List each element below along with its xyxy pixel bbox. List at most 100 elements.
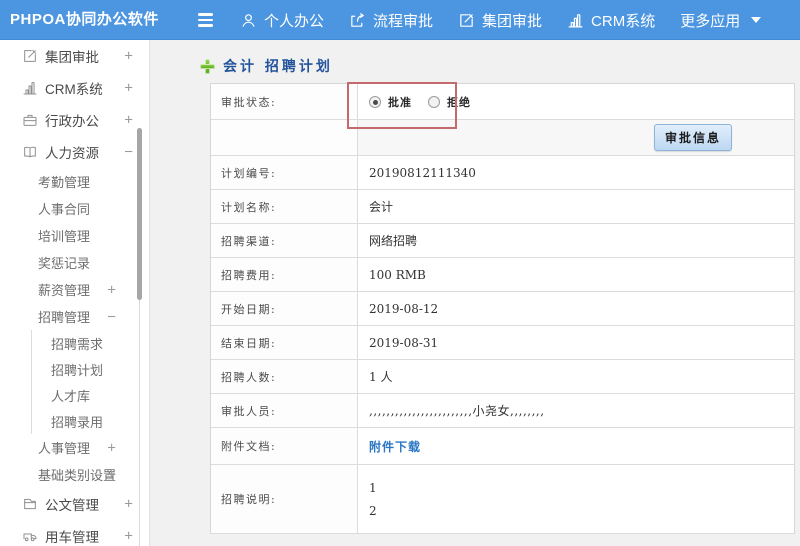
sidebar-scrollbar-thumb[interactable] <box>137 128 142 300</box>
sidebar-item-admin-office[interactable]: 行政办公 + <box>0 104 149 136</box>
field-label: 附件文档: <box>211 428 358 464</box>
chevron-down-icon <box>751 17 762 23</box>
row-recruit-cost: 招聘费用: 100 RMB <box>211 258 794 292</box>
expand-toggle[interactable]: + <box>107 281 116 298</box>
field-value: 20190812111340 <box>369 165 476 180</box>
field-value: 网络招聘 <box>369 234 418 248</box>
sidebar-item-label: 集团审批 <box>45 50 99 65</box>
bar-chart-icon <box>23 82 37 95</box>
field-label-approval-status: 审批状态: <box>211 84 358 119</box>
approval-status-options: 批准 拒绝 <box>358 84 794 119</box>
expand-toggle[interactable]: + <box>124 80 133 97</box>
row-end-date: 结束日期: 2019-08-31 <box>211 326 794 360</box>
sidebar-scrollbar-track <box>139 300 140 546</box>
radio-reject-label: 拒绝 <box>447 95 471 109</box>
person-icon <box>242 13 255 27</box>
sidebar-item-label: 人事合同 <box>38 202 91 217</box>
page-title: 会计 招聘计划 <box>223 59 333 75</box>
row-approval-action: 审批信息 <box>211 120 794 156</box>
row-start-date: 开始日期: 2019-08-12 <box>211 292 794 326</box>
field-label: 招聘说明: <box>211 465 358 533</box>
sidebar-item-attendance-mgmt[interactable]: 考勤管理 <box>0 168 149 195</box>
collapse-toggle[interactable]: − <box>124 144 133 161</box>
nav-item-crm-system[interactable]: CRM系统 <box>567 10 655 31</box>
nav-item-label: 集团审批 <box>482 12 543 30</box>
row-attachment: 附件文档: 附件下载 <box>211 428 794 465</box>
document-icon <box>24 498 36 510</box>
recruit-plan-detail-table: 审批状态: 批准 拒绝 审批信息 计划编号: 20190812111340 计划… <box>210 83 795 534</box>
nav-item-label: CRM系统 <box>591 12 656 30</box>
sidebar-item-label: 人力资源 <box>45 146 99 161</box>
nav-item-label: 更多应用 <box>680 12 741 30</box>
sidebar-item-personnel-mgmt[interactable]: 人事管理 + <box>0 434 149 461</box>
sidebar: 集团审批 + CRM系统 + 行政办公 + 人力资源 − 考勤管理 人事合同 培… <box>0 40 150 546</box>
app-logo: PHPOA协同办公软件 <box>10 11 159 28</box>
car-icon <box>23 533 37 542</box>
sidebar-item-label: CRM系统 <box>45 82 103 97</box>
field-label: 计划名称: <box>211 190 358 223</box>
nav-item-personal-office[interactable]: 个人办公 <box>240 10 324 31</box>
sidebar-item-vehicle-mgmt[interactable]: 用车管理 + <box>0 520 149 546</box>
expand-toggle[interactable]: + <box>124 496 133 513</box>
description-line: 2 <box>369 503 377 518</box>
add-icon[interactable] <box>200 58 215 74</box>
empty-label-cell <box>211 120 358 155</box>
radio-approve-label: 批准 <box>388 95 412 109</box>
nav-item-process-approval[interactable]: 流程审批 <box>349 10 433 31</box>
menu-toggle-icon[interactable] <box>196 9 215 31</box>
row-approval-status: 审批状态: 批准 拒绝 <box>211 84 794 120</box>
expand-toggle[interactable]: + <box>124 528 133 545</box>
expand-toggle[interactable]: + <box>124 48 133 65</box>
field-value: 会计 <box>369 200 394 214</box>
nav-item-more-apps[interactable]: 更多应用 <box>680 10 762 31</box>
sidebar-item-salary-mgmt[interactable]: 薪资管理 + <box>0 276 149 303</box>
row-plan-number: 计划编号: 20190812111340 <box>211 156 794 190</box>
sidebar-item-recruit-mgmt[interactable]: 招聘管理 − <box>0 303 149 330</box>
approval-info-button[interactable]: 审批信息 <box>653 124 732 151</box>
field-value: 2019-08-12 <box>369 301 439 316</box>
expand-toggle[interactable]: + <box>107 439 116 456</box>
sidebar-item-recruit-demand[interactable]: 招聘需求 <box>31 330 149 356</box>
nav-item-group-approval[interactable]: 集团审批 <box>458 10 542 31</box>
sidebar-item-base-category-settings[interactable]: 基础类别设置 + <box>0 461 149 488</box>
sidebar-item-recruit-hiring[interactable]: 招聘录用 <box>31 408 149 434</box>
sidebar-item-label: 公文管理 <box>45 498 99 513</box>
radio-reject[interactable] <box>428 95 440 108</box>
description-line: 1 <box>369 480 377 495</box>
edit-square-icon <box>24 49 37 62</box>
briefcase-icon <box>23 114 37 126</box>
process-icon <box>351 12 364 27</box>
row-plan-name: 计划名称: 会计 <box>211 190 794 224</box>
field-label: 结束日期: <box>211 326 358 359</box>
field-label: 招聘费用: <box>211 258 358 291</box>
field-label: 计划编号: <box>211 156 358 189</box>
sidebar-item-label: 用车管理 <box>45 530 99 545</box>
sidebar-item-talent-pool[interactable]: 人才库 <box>31 382 149 408</box>
nav-item-label: 流程审批 <box>373 12 434 30</box>
collapse-toggle[interactable]: − <box>107 308 116 325</box>
sidebar-item-hr-contracts[interactable]: 人事合同 <box>0 195 149 222</box>
radio-approve[interactable] <box>369 95 381 108</box>
nav-item-label: 个人办公 <box>264 12 325 30</box>
sidebar-item-reward-punish-records[interactable]: 奖惩记录 <box>0 249 149 276</box>
sidebar-item-group-approval[interactable]: 集团审批 + <box>0 40 149 72</box>
sidebar-item-label: 招聘需求 <box>51 336 104 352</box>
field-value: 2019-08-31 <box>369 335 439 350</box>
expand-toggle[interactable]: + <box>107 466 116 483</box>
sidebar-item-recruit-plan[interactable]: 招聘计划 <box>31 356 149 382</box>
sidebar-item-training-mgmt[interactable]: 培训管理 <box>0 222 149 249</box>
sidebar-item-crm-system[interactable]: CRM系统 + <box>0 72 149 104</box>
expand-toggle[interactable]: + <box>124 112 133 129</box>
sidebar-item-label: 培训管理 <box>38 229 91 244</box>
row-recruit-channel: 招聘渠道: 网络招聘 <box>211 224 794 258</box>
book-icon <box>24 146 36 158</box>
attachment-download-link[interactable]: 附件下载 <box>369 438 421 455</box>
sidebar-item-human-resources[interactable]: 人力资源 − <box>0 136 149 168</box>
page-title-row: 会计 招聘计划 <box>200 56 333 76</box>
field-value: 1 人 <box>369 370 393 384</box>
field-value: 100 RMB <box>369 267 426 282</box>
sidebar-item-document-mgmt[interactable]: 公文管理 + <box>0 488 149 520</box>
field-label: 开始日期: <box>211 292 358 325</box>
sidebar-item-label: 招聘计划 <box>51 362 104 378</box>
field-value: ,,,,,,,,,,,,,,,,,,,,,,,,小尧女,,,,,,,, <box>369 404 545 418</box>
